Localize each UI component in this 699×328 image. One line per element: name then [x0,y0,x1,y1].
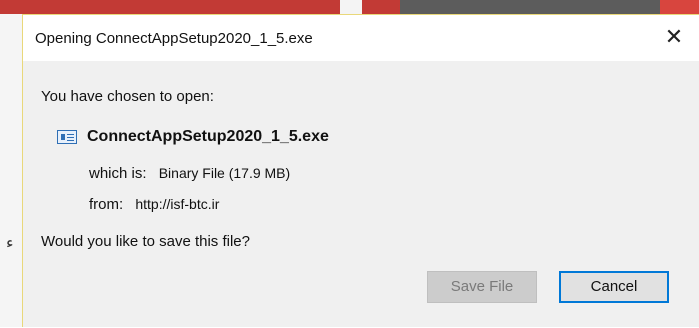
background-strip [340,0,362,14]
background-strip [362,0,400,14]
which-value: Binary File (17.9 MB) [158,165,291,181]
dialog-titlebar[interactable]: Opening ConnectAppSetup2020_1_5.exe ✕ [23,15,699,61]
file-row: ConnectAppSetup2020_1_5.exe [57,128,329,146]
save-file-button[interactable]: Save File [427,271,537,303]
close-icon[interactable]: ✕ [659,22,689,52]
dialog-content: You have chosen to open: ConnectAppSetup… [23,61,699,328]
background-page-left: ﺀ [0,14,22,327]
from-label: from: [89,196,124,213]
cancel-button[interactable]: Cancel [559,271,669,303]
which-label: which is: [89,165,147,182]
background-strip [400,0,660,14]
background-strip [0,0,340,14]
download-dialog: Opening ConnectAppSetup2020_1_5.exe ✕ Yo… [22,14,699,327]
background-page-top [0,0,699,14]
file-name: ConnectAppSetup2020_1_5.exe [87,128,329,145]
file-type-row: which is: Binary File (17.9 MB) [89,165,290,182]
executable-file-icon [57,130,77,144]
file-source-row: from: http://isf-btc.ir [89,196,219,213]
background-glyph: ﺀ [6,235,14,252]
save-question: Would you like to save this file? [41,233,250,250]
intro-text: You have chosen to open: [41,88,214,105]
dialog-title: Opening ConnectAppSetup2020_1_5.exe [35,30,313,47]
from-value: http://isf-btc.ir [135,196,220,212]
background-strip [660,0,699,14]
